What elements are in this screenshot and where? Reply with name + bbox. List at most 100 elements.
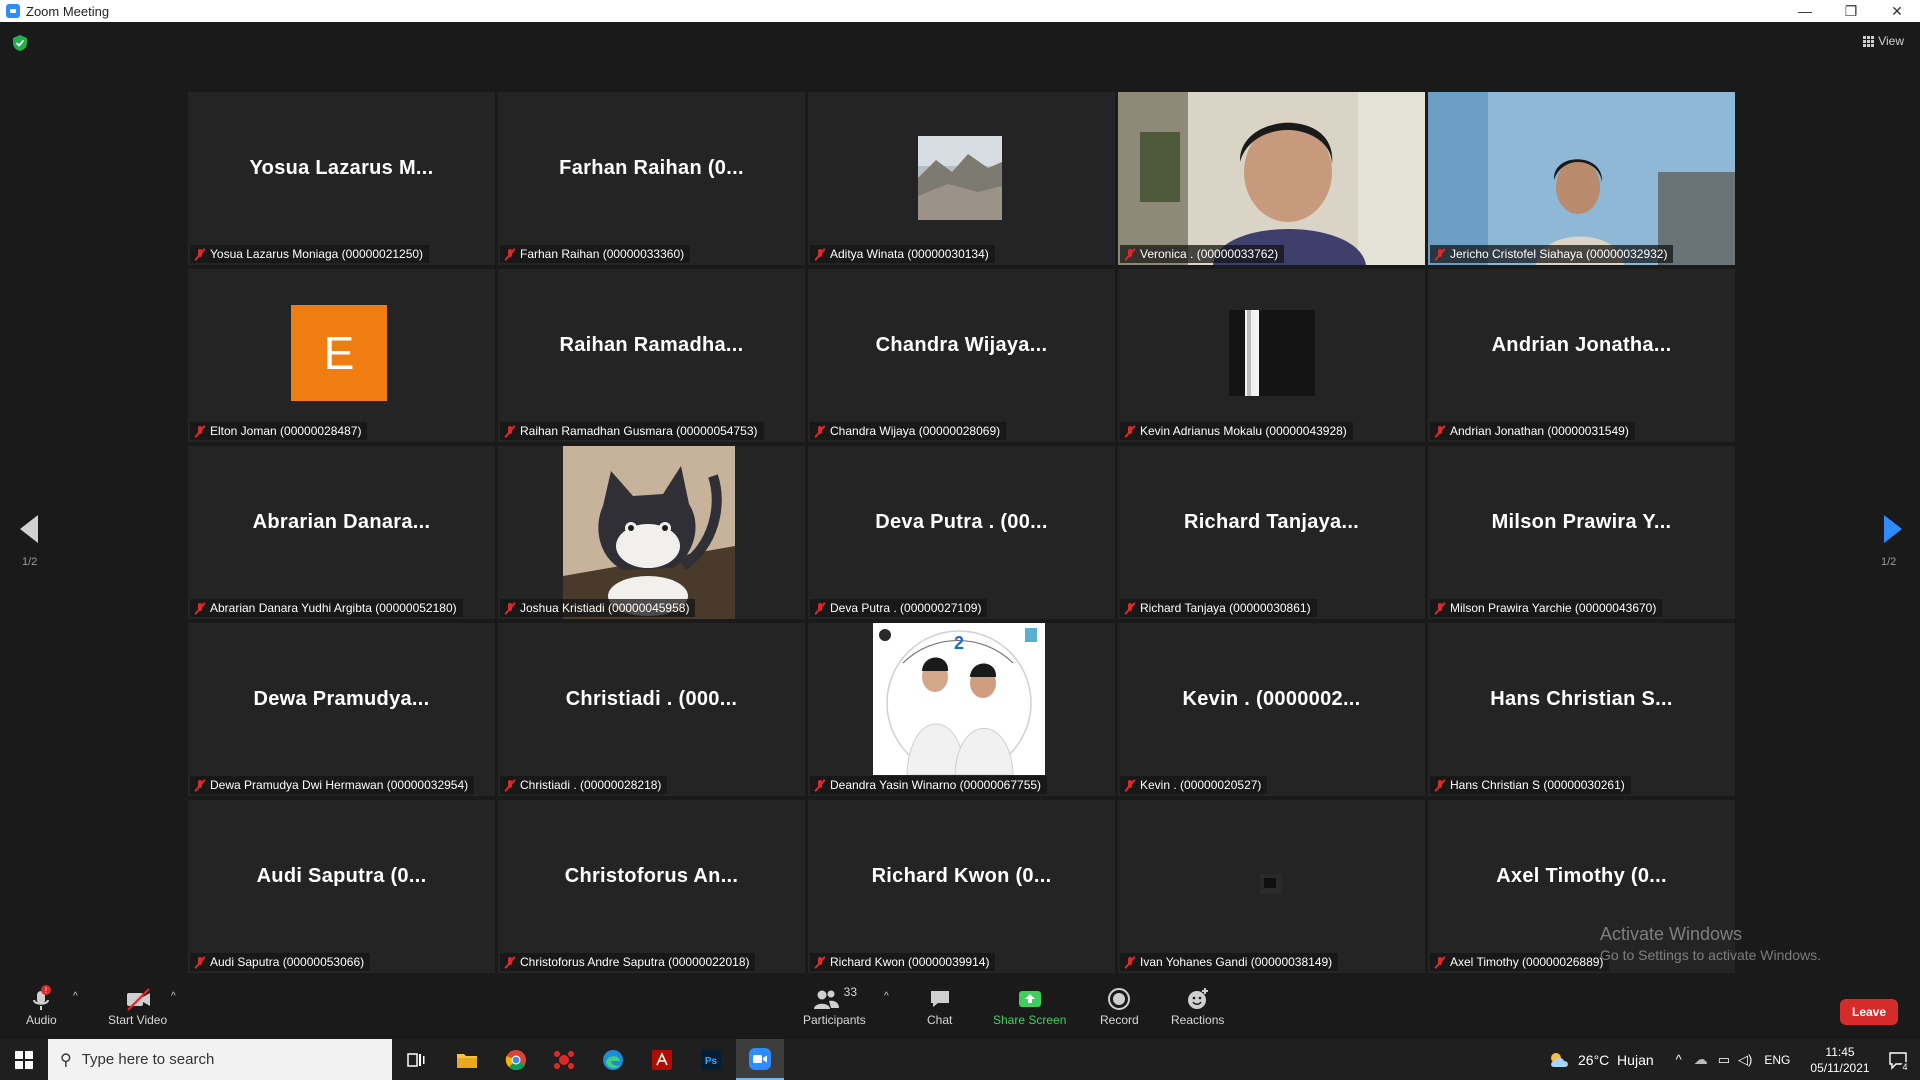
next-page-arrow-icon[interactable] bbox=[1884, 515, 1902, 543]
zoom-taskbar-icon[interactable] bbox=[736, 1039, 784, 1080]
start-video-button[interactable]: Start Video bbox=[108, 985, 167, 1027]
zoom-app-icon bbox=[6, 4, 20, 18]
cloud-sync-icon[interactable]: ☁ bbox=[1694, 1051, 1708, 1068]
participant-tile[interactable]: Raihan Ramadha... Raihan Ramadhan Gusmara… bbox=[498, 269, 805, 442]
participant-display-name: Richard Tanjaya... bbox=[1183, 511, 1360, 533]
red-app-icon[interactable] bbox=[540, 1039, 588, 1080]
participant-tile[interactable]: Christoforus An... Christoforus Andre Sap… bbox=[498, 800, 805, 973]
muted-mic-icon bbox=[1124, 248, 1136, 261]
video-options-caret[interactable]: ^ bbox=[171, 991, 176, 1002]
prev-page-arrow-icon[interactable] bbox=[20, 515, 38, 543]
record-button[interactable]: Record bbox=[1100, 985, 1139, 1027]
participant-tile[interactable]: Deva Putra . (00... Deva Putra . (0000002… bbox=[808, 446, 1115, 619]
muted-mic-icon bbox=[504, 248, 516, 261]
restore-button[interactable]: ❐ bbox=[1828, 0, 1874, 22]
participant-name: Chandra Wijaya (00000028069) bbox=[830, 424, 1001, 438]
participant-tile[interactable]: Farhan Raihan (0... Farhan Raihan (000000… bbox=[498, 92, 805, 265]
participant-tile[interactable]: Milson Prawira Y... Milson Prawira Yarchi… bbox=[1428, 446, 1735, 619]
participant-tile[interactable]: Kevin . (0000002... Kevin . (00000020527) bbox=[1118, 623, 1425, 796]
muted-mic-icon bbox=[504, 779, 516, 792]
participants-button[interactable]: 33 Participants bbox=[803, 985, 866, 1027]
audio-options-caret[interactable]: ^ bbox=[73, 991, 78, 1002]
language-indicator[interactable]: ENG bbox=[1764, 1053, 1790, 1067]
view-button[interactable]: View bbox=[1863, 34, 1904, 48]
participant-name: Christiadi . (00000028218) bbox=[520, 778, 662, 792]
participant-name-label: Kevin . (00000020527) bbox=[1120, 776, 1268, 794]
muted-mic-icon bbox=[814, 425, 826, 438]
weather-text[interactable]: 26°C Hujan bbox=[1578, 1052, 1654, 1068]
participant-display-name: Andrian Jonatha... bbox=[1491, 334, 1672, 356]
chrome-icon[interactable] bbox=[492, 1039, 540, 1080]
edge-icon[interactable] bbox=[589, 1039, 637, 1080]
participant-name: Hans Christian S (00000030261) bbox=[1450, 778, 1625, 792]
notifications-icon[interactable]: 4 bbox=[1888, 1050, 1910, 1072]
participant-tile[interactable]: Jericho Cristofel Siahaya (00000032932) bbox=[1428, 92, 1735, 265]
participant-tile[interactable]: Ivan Yohanes Gandi (00000038149) bbox=[1118, 800, 1425, 973]
file-explorer-icon[interactable] bbox=[443, 1039, 491, 1080]
participant-tile[interactable]: Yosua Lazarus M... Yosua Lazarus Moniaga … bbox=[188, 92, 495, 265]
participant-name-label: Hans Christian S (00000030261) bbox=[1430, 776, 1631, 794]
participant-tile[interactable]: Joshua Kristiadi (00000045958) bbox=[498, 446, 805, 619]
participant-tile[interactable]: Hans Christian S... Hans Christian S (000… bbox=[1428, 623, 1735, 796]
participant-tile[interactable]: Aditya Winata (00000030134) bbox=[808, 92, 1115, 265]
participant-tile[interactable]: Andrian Jonatha... Andrian Jonathan (0000… bbox=[1428, 269, 1735, 442]
participant-name-label: Veronica . (00000033762) bbox=[1120, 245, 1285, 263]
task-view-icon[interactable] bbox=[392, 1039, 440, 1080]
participant-tile[interactable]: Kevin Adrianus Mokalu (00000043928) bbox=[1118, 269, 1425, 442]
participant-display-name: Farhan Raihan (0... bbox=[559, 157, 744, 179]
window-title: Zoom Meeting bbox=[26, 3, 110, 19]
participant-display-name: Yosua Lazarus M... bbox=[249, 157, 434, 179]
participant-name-label: Joshua Kristiadi (00000045958) bbox=[500, 599, 696, 617]
participant-tile[interactable]: E Elton Joman (00000028487) bbox=[188, 269, 495, 442]
muted-mic-icon bbox=[504, 956, 516, 969]
share-screen-button[interactable]: Share Screen bbox=[993, 985, 1066, 1027]
participant-tile[interactable]: Dewa Pramudya... Dewa Pramudya Dwi Hermaw… bbox=[188, 623, 495, 796]
weather-cloud-icon[interactable] bbox=[1548, 1051, 1570, 1069]
share-screen-label: Share Screen bbox=[993, 1013, 1067, 1027]
participant-tile[interactable]: Richard Tanjaya... Richard Tanjaya (00000… bbox=[1118, 446, 1425, 619]
search-placeholder: Type here to search bbox=[81, 1051, 215, 1068]
chat-button[interactable]: Chat bbox=[927, 985, 952, 1027]
participant-tile[interactable]: Chandra Wijaya... Chandra Wijaya (0000002… bbox=[808, 269, 1115, 442]
clock[interactable]: 11:45 05/11/2021 bbox=[1810, 1044, 1869, 1076]
record-label: Record bbox=[1100, 1013, 1139, 1027]
participant-name: Yosua Lazarus Moniaga (00000021250) bbox=[210, 247, 424, 261]
participant-tile[interactable]: 2 Deandra Yasin Winarno (00000067755) bbox=[808, 623, 1115, 796]
participant-name-label: Raihan Ramadhan Gusmara (00000054753) bbox=[500, 422, 764, 440]
participant-name: Deandra Yasin Winarno (00000067755) bbox=[830, 778, 1042, 792]
photoshop-icon[interactable]: Ps bbox=[687, 1039, 735, 1080]
participant-grid: Yosua Lazarus M... Yosua Lazarus Moniaga … bbox=[188, 92, 1735, 973]
participant-tile[interactable]: Audi Saputra (0... Audi Saputra (00000053… bbox=[188, 800, 495, 973]
audio-button[interactable]: ! Audio bbox=[26, 985, 57, 1027]
reactions-button[interactable]: Reactions bbox=[1171, 985, 1224, 1027]
participant-tile[interactable]: Abrarian Danara... Abrarian Danara Yudhi … bbox=[188, 446, 495, 619]
participant-tile[interactable]: Christiadi . (000... Christiadi . (000000… bbox=[498, 623, 805, 796]
participants-count: 33 bbox=[843, 985, 858, 999]
taskbar-search-box[interactable]: ⚲ Type here to search bbox=[48, 1039, 392, 1080]
network-icon[interactable]: ▭ bbox=[1718, 1052, 1730, 1068]
close-button[interactable]: ✕ bbox=[1874, 0, 1920, 22]
profile-picture bbox=[1260, 874, 1282, 894]
participant-tile[interactable]: Richard Kwon (0... Richard Kwon (00000039… bbox=[808, 800, 1115, 973]
participant-display-name: Richard Kwon (0... bbox=[871, 865, 1052, 887]
participants-options-caret[interactable]: ^ bbox=[884, 991, 889, 1002]
start-button[interactable] bbox=[0, 1039, 48, 1080]
minimize-button[interactable]: — bbox=[1782, 0, 1828, 22]
window-controls: — ❐ ✕ bbox=[1782, 0, 1920, 22]
chat-bubble-icon bbox=[930, 991, 949, 1007]
acrobat-icon[interactable] bbox=[638, 1039, 686, 1080]
leave-button[interactable]: Leave bbox=[1840, 999, 1898, 1025]
shield-check-icon[interactable] bbox=[12, 34, 28, 52]
share-screen-icon bbox=[1018, 991, 1041, 1007]
page-indicator-left: 1/2 bbox=[22, 556, 38, 568]
participant-tile[interactable]: Veronica . (00000033762) bbox=[1118, 92, 1425, 265]
participant-name-label: Deandra Yasin Winarno (00000067755) bbox=[810, 776, 1048, 794]
profile-picture bbox=[918, 136, 1002, 220]
muted-mic-icon bbox=[194, 779, 206, 792]
microphone-icon: ! bbox=[33, 985, 52, 1010]
volume-icon[interactable]: ◁) bbox=[1738, 1052, 1752, 1068]
muted-mic-icon bbox=[504, 602, 516, 615]
participant-name: Dewa Pramudya Dwi Hermawan (00000032954) bbox=[210, 778, 469, 792]
participant-name: Richard Tanjaya (00000030861) bbox=[1140, 601, 1311, 615]
chevron-up-icon[interactable]: ^ bbox=[1676, 1052, 1682, 1067]
